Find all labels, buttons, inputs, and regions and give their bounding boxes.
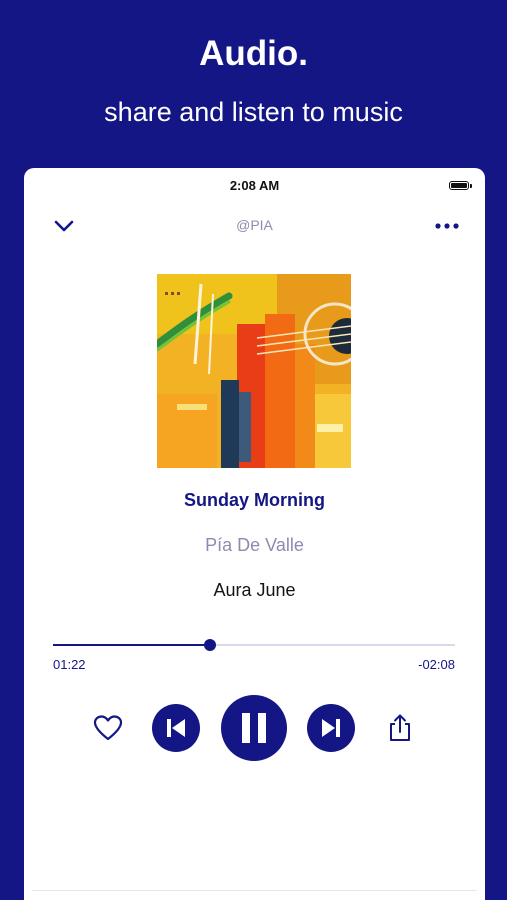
- skip-previous-icon: [167, 719, 185, 737]
- elapsed-time: 01:22: [53, 657, 86, 672]
- share-icon[interactable]: [384, 712, 416, 744]
- promo-tagline: share and listen to music: [104, 97, 403, 127]
- progress-thumb[interactable]: [203, 639, 216, 651]
- next-track-button[interactable]: [307, 704, 355, 752]
- skip-next-icon: [322, 719, 340, 737]
- track-title: Sunday Morning: [184, 490, 325, 510]
- track-album[interactable]: Aura June: [24, 580, 485, 601]
- profile-username[interactable]: @PIA: [24, 217, 485, 233]
- pause-icon: [242, 713, 266, 743]
- battery-icon: [449, 181, 469, 190]
- heart-icon[interactable]: [92, 712, 124, 744]
- bottom-divider: [32, 890, 477, 891]
- promo-headline: Audio.: [199, 34, 308, 73]
- phone-screen: 2:08 AM @PIA Sunday Morning Pía De Valle…: [24, 168, 485, 900]
- progress-slider[interactable]: [53, 639, 455, 651]
- play-pause-button[interactable]: [221, 695, 287, 761]
- battery-tip: [470, 184, 472, 188]
- previous-track-button[interactable]: [152, 704, 200, 752]
- progress-fill: [53, 644, 210, 646]
- album-cover: [153, 274, 367, 468]
- status-time: 2:08 AM: [229, 178, 280, 193]
- remaining-time: -02:08: [418, 657, 455, 672]
- more-options-icon[interactable]: [435, 216, 459, 236]
- track-artist[interactable]: Pía De Valle: [24, 535, 485, 556]
